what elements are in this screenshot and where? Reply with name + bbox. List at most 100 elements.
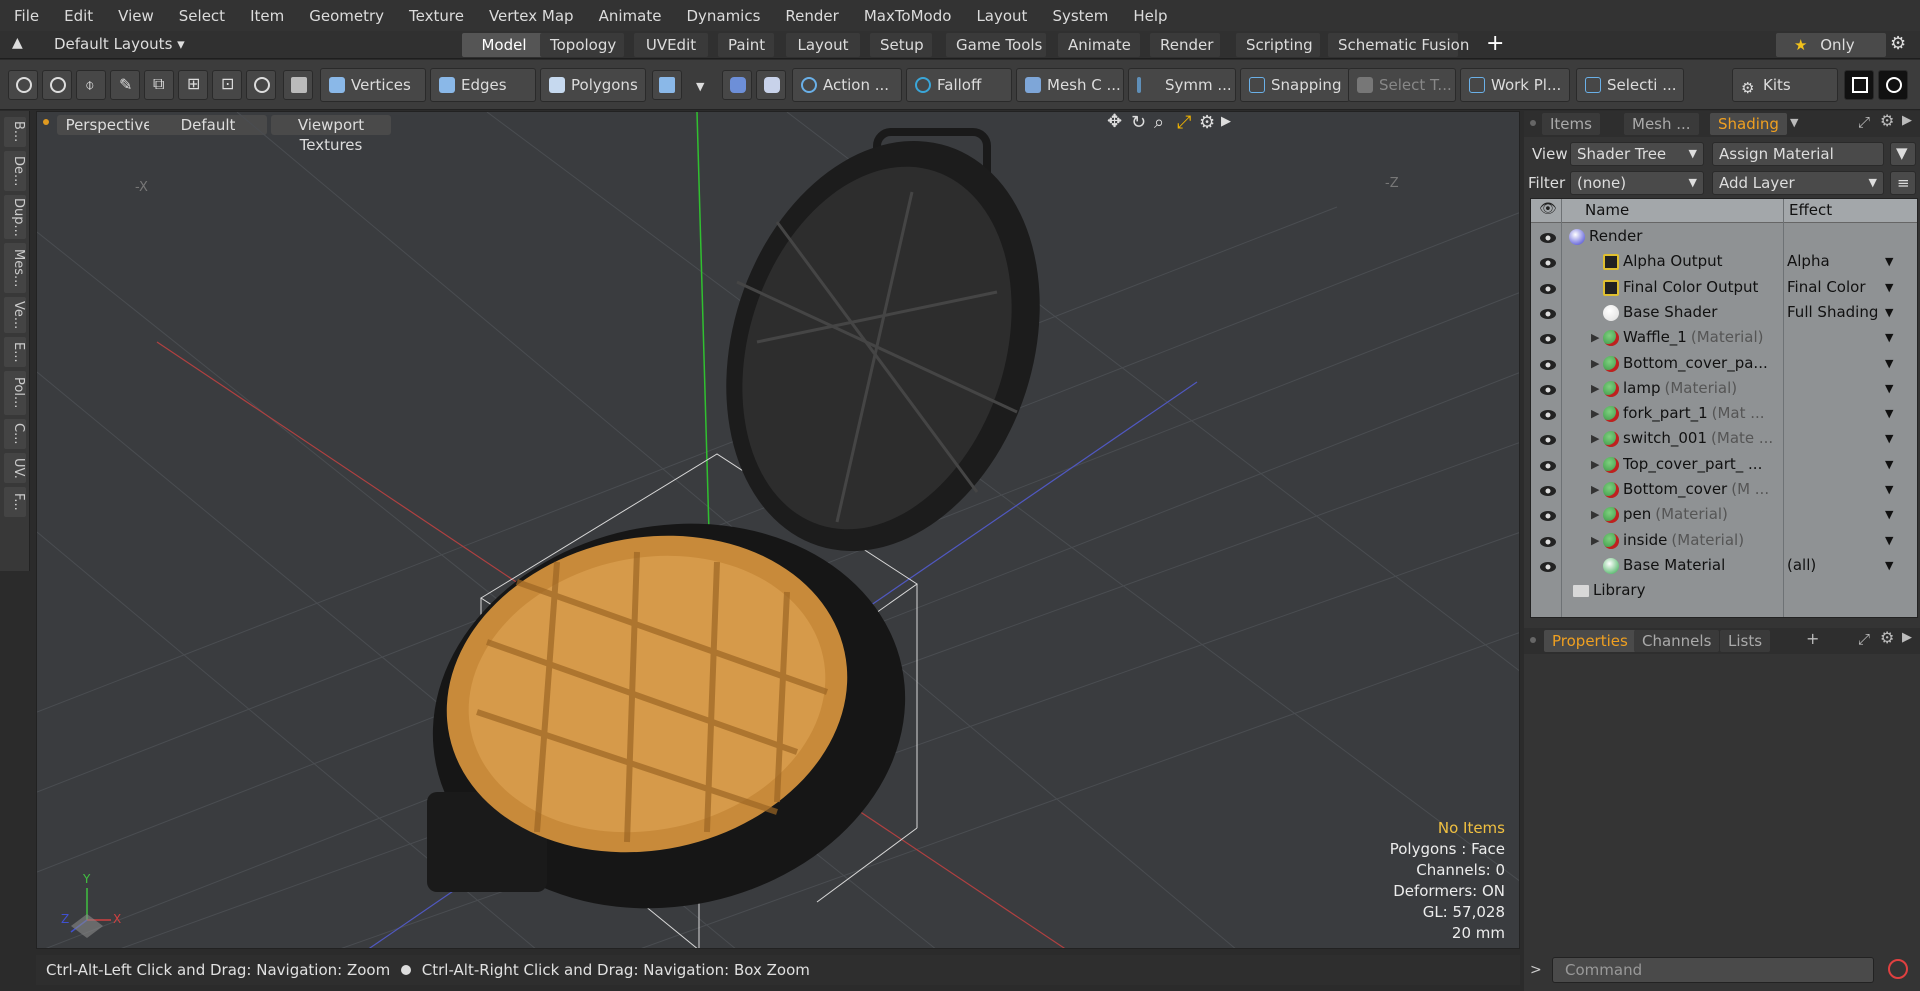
grid-select-icon[interactable]: ⊞ [178,70,208,100]
left-rail-tab-4[interactable]: Ve... [4,297,26,333]
kits-button[interactable]: ⚙ Kits [1732,68,1838,102]
material-mode-icon[interactable] [652,70,682,100]
shader-tree-row[interactable]: ▶ Bottom_cover (M ... ▼ [1531,477,1919,502]
command-input[interactable]: Command [1552,957,1874,983]
effect-dropdown-arrow-icon[interactable]: ▼ [1885,426,1893,451]
expand-triangle-icon[interactable]: ▶ [1591,477,1599,502]
tab-layout[interactable]: Layout [786,33,860,57]
selection-sets-button[interactable]: Selecti ... [1576,68,1684,102]
menu-item-select[interactable]: Select [165,7,236,25]
layouts-dropdown[interactable]: Default Layouts ▾ [54,35,185,53]
effect-dropdown-arrow-icon[interactable]: ▼ [1885,325,1893,350]
tab-animate[interactable]: Animate [1058,33,1140,57]
effect-dropdown-arrow-icon[interactable]: ▼ [1885,275,1893,300]
visibility-eye-icon[interactable] [1539,430,1557,446]
visibility-eye-icon[interactable] [1539,253,1557,269]
menu-item-edit[interactable]: Edit [50,7,104,25]
shader-tree-row[interactable]: ▶ Top_cover_part_ ... ▼ [1531,452,1919,477]
tab-properties[interactable]: Properties [1544,630,1636,652]
effect-value[interactable]: Final Color [1787,275,1883,300]
shader-tree-row[interactable]: Final Color Output Final Color ▼ [1531,275,1919,300]
left-rail-tab-5[interactable]: E... [4,337,26,367]
menu-item-render[interactable]: Render [771,7,849,25]
symmetry-button[interactable]: Symm ... [1128,68,1236,102]
left-rail-tab-2[interactable]: Dup... [4,195,26,239]
paint-select-icon[interactable]: ✎ [110,70,140,100]
circle-select-icon[interactable] [8,70,38,100]
shader-tree-row[interactable]: ▶ fork_part_1 (Mat ... ▼ [1531,401,1919,426]
filter-dropdown[interactable]: (none) ▼ [1570,171,1704,195]
left-rail-tab-9[interactable]: F... [4,487,26,517]
workplane-button[interactable]: Work Pl... [1460,68,1570,102]
center-select-icon[interactable]: ⊡ [212,70,242,100]
shader-tree-row[interactable]: Alpha Output Alpha ▼ [1531,249,1919,274]
shader-tree-row[interactable]: ▶ switch_001 (Mate ... ▼ [1531,426,1919,451]
menu-item-texture[interactable]: Texture [395,7,475,25]
left-rail-tab-3[interactable]: Mes... [4,243,26,293]
effect-dropdown-arrow-icon[interactable]: ▼ [1885,452,1893,477]
properties-expand-icon[interactable]: ⤢ [1858,630,1870,648]
view-dropdown[interactable]: Shader Tree ▼ [1570,142,1704,166]
shield-blue-icon[interactable] [722,70,752,100]
shader-tree-row[interactable]: ▶ inside (Material) ▼ [1531,528,1919,553]
effect-dropdown-arrow-icon[interactable]: ▼ [1885,477,1893,502]
add-layer-dropdown[interactable]: Add Layer ▼ [1712,171,1884,195]
panel-menu-dot[interactable] [1530,120,1536,126]
col-effect-header[interactable]: Effect [1789,201,1832,219]
mesh-constraint-button[interactable]: Mesh C ... [1016,68,1124,102]
visibility-eye-icon[interactable] [1539,506,1557,522]
tab-topology[interactable]: Topology [540,33,624,57]
tab-schematic-fusion[interactable]: Schematic Fusion [1328,33,1469,57]
edges-button[interactable]: Edges [430,68,536,102]
effect-dropdown-arrow-icon[interactable]: ▼ [1885,528,1893,553]
visibility-eye-icon[interactable] [1539,304,1557,320]
shader-tree-row[interactable]: ▶ Bottom_cover_pa... ▼ [1531,351,1919,376]
effect-value[interactable]: Alpha [1787,249,1883,274]
item-mode-icon[interactable] [283,70,313,100]
shader-tree-row[interactable]: ▶ lamp (Material) ▼ [1531,376,1919,401]
expand-triangle-icon[interactable]: ▶ [1591,401,1599,426]
polygons-button[interactable]: Polygons [540,68,646,102]
tab-lists[interactable]: Lists [1720,630,1771,652]
expand-triangle-icon[interactable]: ▶ [1591,325,1599,350]
tab-shading[interactable]: Shading [1710,113,1787,135]
expand-triangle-icon[interactable]: ▶ [1591,351,1599,376]
tab-dropdown-icon[interactable]: ▼ [1790,116,1798,129]
visibility-eye-icon[interactable] [1539,279,1557,295]
effect-dropdown-arrow-icon[interactable]: ▼ [1885,502,1893,527]
visibility-eye-icon[interactable] [1539,532,1557,548]
effect-value[interactable]: Full Shading [1787,300,1883,325]
visibility-eye-icon[interactable] [1539,557,1557,573]
menu-item-animate[interactable]: Animate [585,7,673,25]
shader-tree-row[interactable]: Library [1531,578,1919,603]
visibility-eye-icon[interactable] [1539,481,1557,497]
menu-item-maxtomodo[interactable]: MaxToModo [850,7,963,25]
effect-dropdown-arrow-icon[interactable]: ▼ [1885,351,1893,376]
tab-channels[interactable]: Channels [1634,630,1720,652]
unreal-icon[interactable] [1878,70,1908,100]
left-rail-tab-1[interactable]: De... [4,151,26,191]
assign-material-button[interactable]: Assign Material [1712,142,1884,166]
col-name-header[interactable]: Name [1585,201,1629,219]
effect-dropdown-arrow-icon[interactable]: ▼ [1885,553,1893,578]
panel-gear-icon[interactable]: ⚙ [1880,111,1894,130]
left-rail-tab-0[interactable]: B... [4,117,26,147]
menu-item-system[interactable]: System [1038,7,1119,25]
menu-item-file[interactable]: File [0,7,50,25]
properties-menu-dot[interactable] [1530,637,1536,643]
shield-white-icon[interactable] [756,70,786,100]
left-rail-tab-6[interactable]: Pol... [4,371,26,415]
menu-item-layout[interactable]: Layout [962,7,1038,25]
visibility-eye-icon[interactable] [1539,380,1557,396]
effect-dropdown-arrow-icon[interactable]: ▼ [1885,401,1893,426]
visibility-eye-icon[interactable] [1539,228,1557,244]
chevron-down-icon[interactable]: ▼ [696,80,704,93]
visibility-eye-icon[interactable] [1539,405,1557,421]
panel-more-icon[interactable]: ▶ [1902,113,1912,128]
scale-select-icon[interactable] [246,70,276,100]
collapse-up-icon[interactable]: ▲ [12,35,23,51]
tab-render[interactable]: Render [1150,33,1220,57]
expand-triangle-icon[interactable]: ▶ [1591,376,1599,401]
tab-scripting[interactable]: Scripting [1236,33,1320,57]
effect-dropdown-arrow-icon[interactable]: ▼ [1885,249,1893,274]
